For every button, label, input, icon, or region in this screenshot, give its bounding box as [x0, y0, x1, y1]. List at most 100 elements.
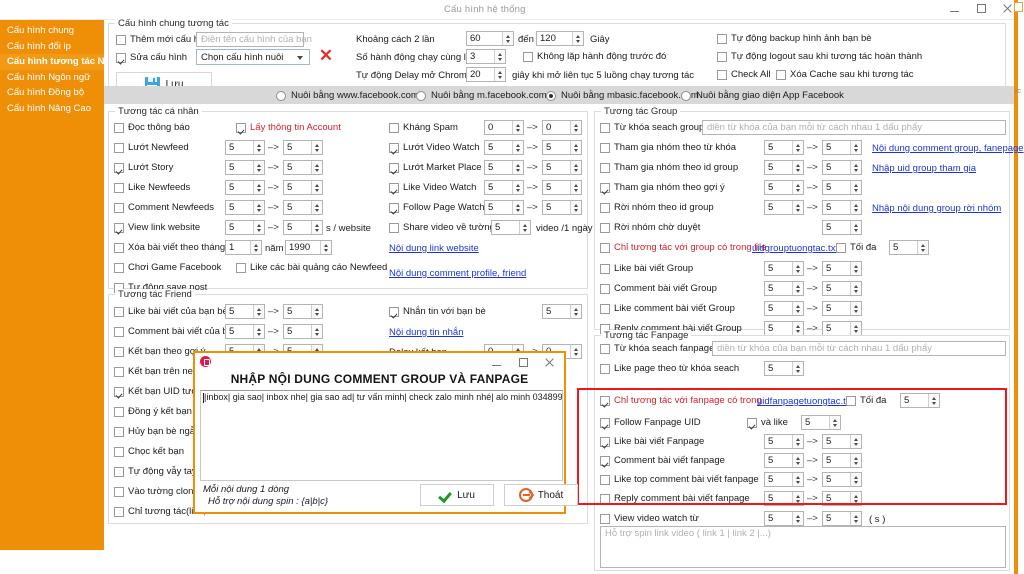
join-group-keyword-from-down-icon[interactable] [793, 148, 804, 154]
comment-friend-from-spinner[interactable]: 5 [225, 324, 265, 339]
message-content-link[interactable]: Nội dung tin nhắn [389, 327, 463, 338]
view-video-to-down-icon[interactable] [851, 519, 862, 525]
dialog-maximize-icon[interactable] [517, 356, 530, 369]
interval-to-down-icon[interactable] [573, 39, 584, 45]
like-video-from-down-icon[interactable] [513, 188, 524, 194]
delete-post-month-spinner[interactable]: 1 [225, 240, 262, 255]
delay-friend-to-down-icon[interactable] [571, 352, 582, 358]
join-group-id-from-spinner[interactable]: 5 [764, 160, 804, 175]
scroll-newfeed-checkbox[interactable] [114, 143, 124, 153]
join-group-id-checkbox[interactable] [600, 163, 610, 173]
follow-page-from-spinner[interactable]: 5 [484, 200, 524, 215]
anti-spam-from-down-icon[interactable] [513, 128, 524, 134]
message-friend-down-icon[interactable] [571, 312, 582, 318]
fanpage-max-down-icon[interactable] [929, 401, 940, 407]
like-top-comment-from-spinner[interactable]: 5 [764, 472, 804, 487]
leave-group-id-from-spinner[interactable]: 5 [764, 200, 804, 215]
dialog-content-textarea[interactable]: |inbox| gia sao| inbox nhe| gia sao ad| … [200, 390, 563, 481]
enter-uid-group-join-link[interactable]: Nhập uid group tham gia [872, 163, 976, 174]
sidebar-item-cau-hinh-tuong-tac-ngay[interactable]: Cấu hình tương tác Ngay [0, 54, 121, 70]
like-newfeeds-to-down-icon[interactable] [312, 188, 323, 194]
reply-comment-fanpage-to-down-icon[interactable] [851, 499, 862, 505]
like-top-comment-fanpage-checkbox[interactable] [600, 475, 610, 485]
anti-spam-checkbox[interactable] [389, 123, 399, 133]
dialog-exit-button[interactable]: Thoát [504, 484, 578, 506]
like-group-from-spinner[interactable]: 5 [764, 261, 804, 276]
leave-group-id-to-down-icon[interactable] [851, 208, 862, 214]
like-top-comment-to-spinner[interactable]: 5 [822, 472, 862, 487]
auto-wave-checkbox[interactable] [114, 467, 124, 477]
and-like-checkbox[interactable] [747, 418, 757, 428]
concurrent-spinner[interactable]: 3 [466, 49, 506, 64]
scroll-marketplace-checkbox[interactable] [389, 163, 399, 173]
like-newfeeds-to-spinner[interactable]: 5 [283, 180, 323, 195]
sidebar-item-cau-hinh-ngon-ngu[interactable]: Cấu hình Ngôn ngữ [0, 70, 104, 86]
share-video-down-icon[interactable] [520, 228, 531, 234]
join-group-keyword-from-spinner[interactable]: 5 [764, 140, 804, 155]
maximize-icon[interactable] [975, 2, 988, 15]
anti-spam-from-spinner[interactable]: 0 [484, 120, 524, 135]
accept-friend-checkbox[interactable] [114, 407, 124, 417]
dialog-minimize-icon[interactable] [491, 356, 504, 369]
join-group-keyword-to-down-icon[interactable] [851, 148, 862, 154]
comment-group-to-down-icon[interactable] [851, 289, 862, 295]
like-video-to-down-icon[interactable] [571, 188, 582, 194]
leave-group-id-from-down-icon[interactable] [793, 208, 804, 214]
group-max-spinner[interactable]: 5 [889, 240, 929, 255]
scroll-video-to-down-icon[interactable] [571, 148, 582, 154]
parent-window-maximize-icon[interactable] [1014, 2, 1023, 12]
reply-comment-group-to-spinner[interactable]: 5 [822, 321, 862, 336]
auto-logout-checkbox[interactable] [717, 52, 727, 62]
scroll-marketplace-from-down-icon[interactable] [513, 168, 524, 174]
mode-www-radio[interactable] [276, 91, 286, 101]
sidebar-item-cau-hinh-chung[interactable]: Cấu hình chung [0, 23, 104, 39]
group-max-checkbox[interactable] [836, 243, 846, 253]
scroll-newfeed-from-down-icon[interactable] [254, 148, 265, 154]
join-group-id-to-spinner[interactable]: 5 [822, 160, 862, 175]
like-comment-group-to-spinner[interactable]: 5 [822, 301, 862, 316]
video-link-input[interactable]: Hỗ trợ spin link video ( link 1 | link 2… [600, 526, 1006, 568]
like-video-to-spinner[interactable]: 5 [542, 180, 582, 195]
anti-spam-to-down-icon[interactable] [571, 128, 582, 134]
comment-newfeeds-to-down-icon[interactable] [312, 208, 323, 214]
like-fanpage-from-down-icon[interactable] [793, 442, 804, 448]
like-top-comment-from-down-icon[interactable] [793, 480, 804, 486]
read-notification-checkbox[interactable] [114, 123, 124, 133]
fanpage-file-only-checkbox[interactable] [600, 396, 610, 406]
delay-chrome-down-icon[interactable] [495, 75, 506, 81]
join-group-keyword-checkbox[interactable] [600, 143, 610, 153]
no-repeat-checkbox[interactable] [523, 52, 533, 62]
dialog-close-icon[interactable] [543, 356, 556, 369]
group-keyword-checkbox[interactable] [600, 123, 610, 133]
scroll-video-from-down-icon[interactable] [513, 148, 524, 154]
scroll-marketplace-to-spinner[interactable]: 5 [542, 160, 582, 175]
comment-newfeeds-from-spinner[interactable]: 5 [225, 200, 265, 215]
scroll-story-from-down-icon[interactable] [254, 168, 265, 174]
view-video-watch-checkbox[interactable] [600, 514, 610, 524]
follow-page-to-down-icon[interactable] [571, 208, 582, 214]
anti-spam-to-spinner[interactable]: 0 [542, 120, 582, 135]
comment-fanpage-to-down-icon[interactable] [851, 461, 862, 467]
like-comment-group-checkbox[interactable] [600, 304, 610, 314]
like-group-to-down-icon[interactable] [851, 269, 862, 275]
auto-backup-checkbox[interactable] [717, 34, 727, 44]
like-page-keyword-spinner[interactable]: 5 [764, 361, 804, 376]
config-name-input[interactable]: Điền tên cấu hình của bạn [196, 32, 312, 47]
leave-group-pending-checkbox[interactable] [600, 223, 610, 233]
like-newfeeds-from-down-icon[interactable] [254, 188, 265, 194]
like-fanpage-post-checkbox[interactable] [600, 437, 610, 447]
view-video-from-down-icon[interactable] [793, 519, 804, 525]
like-comment-group-to-down-icon[interactable] [851, 309, 862, 315]
like-fanpage-to-down-icon[interactable] [851, 442, 862, 448]
like-friend-post-checkbox[interactable] [114, 307, 124, 317]
like-group-to-spinner[interactable]: 5 [822, 261, 862, 276]
view-link-to-down-icon[interactable] [312, 228, 323, 234]
reply-comment-fanpage-from-spinner[interactable]: 5 [764, 491, 804, 506]
comment-group-fanpage-content-link[interactable]: Nội dung comment group, fanepage [872, 143, 1024, 154]
share-video-spinner[interactable]: 5 [491, 220, 531, 235]
group-keyword-input[interactable]: diền từ khóa của bạn mỗi từ cách nhau 1 … [702, 120, 1006, 135]
mode-mbasic-radio[interactable] [546, 91, 556, 101]
get-account-info-checkbox[interactable] [236, 123, 246, 133]
scroll-newfeed-to-spinner[interactable]: 5 [283, 140, 323, 155]
comment-friend-to-down-icon[interactable] [312, 332, 323, 338]
